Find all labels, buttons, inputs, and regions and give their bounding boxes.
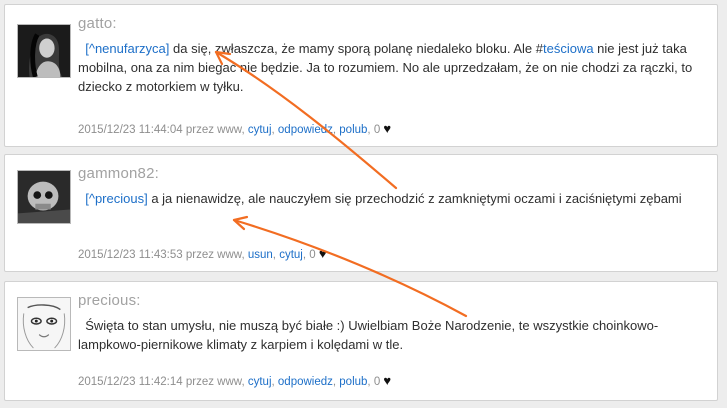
comment-body: [^precious] a ja nienawidzę, ale nauczył… (78, 189, 707, 208)
delete-link[interactable]: usun (248, 249, 273, 261)
avatar[interactable] (17, 297, 71, 351)
comment-body: Święta to stan umysłu, nie muszą być bia… (78, 316, 707, 354)
avatar-woman-photo (18, 25, 70, 77)
comment-meta: 2015/12/23 11:44:04 przez www, cytuj, od… (78, 121, 392, 136)
comment-username[interactable]: gammon82: (78, 165, 159, 182)
heart-icon: ♥ (383, 121, 392, 136)
reply-link[interactable]: odpowiedz (278, 124, 333, 136)
comment-text: a ja nienawidzę, ale nauczyłem się przec… (147, 191, 682, 206)
mention-link[interactable]: [^nenufarzyca] (85, 41, 169, 56)
comment-timestamp: 2015/12/23 11:43:53 przez www, (78, 249, 248, 261)
like-link[interactable]: polub (339, 124, 367, 136)
mention-link[interactable]: [^precious] (85, 191, 147, 206)
like-count: 0 (373, 376, 381, 388)
like-count: 0 (309, 249, 316, 261)
comment-card: gammon82: [^precious] a ja nienawidzę, a… (4, 154, 718, 272)
avatar[interactable] (17, 24, 71, 78)
quote-link[interactable]: cytuj (248, 376, 272, 388)
comment-text: da się, zwłaszcza, że mamy sporą polanę … (169, 41, 543, 56)
avatar-skull-photo (18, 171, 70, 223)
quote-link[interactable]: cytuj (248, 124, 272, 136)
hashtag-link[interactable]: teściowa (543, 41, 594, 56)
like-link[interactable]: polub (339, 376, 367, 388)
comment-text: nie (593, 41, 615, 56)
heart-icon: ♥ (318, 246, 327, 261)
heart-icon: ♥ (383, 373, 392, 388)
reply-link[interactable]: odpowiedz (278, 376, 333, 388)
comment-timestamp: 2015/12/23 11:42:14 przez www, (78, 376, 248, 388)
comment-meta: 2015/12/23 11:42:14 przez www, cytuj, od… (78, 373, 392, 388)
comment-username[interactable]: precious: (78, 292, 141, 309)
comment-timestamp: 2015/12/23 11:44:04 przez www, (78, 124, 248, 136)
comment-card: precious: Święta to stan umysłu, nie mus… (4, 281, 718, 401)
comment-body: [^nenufarzyca] da się, zwłaszcza, że mam… (78, 39, 707, 96)
comment-username[interactable]: gatto: (78, 15, 117, 32)
avatar[interactable] (17, 170, 71, 224)
comment-text: Święta to stan umysłu, nie muszą być bia… (78, 318, 659, 352)
like-count: 0 (373, 124, 381, 136)
comment-card: gatto: [^nenufarzyca] da się, zwłaszcza,… (4, 4, 718, 147)
avatar-drawing (18, 298, 70, 350)
comment-meta: 2015/12/23 11:43:53 przez www, usun, cyt… (78, 246, 327, 261)
quote-link[interactable]: cytuj (279, 249, 303, 261)
